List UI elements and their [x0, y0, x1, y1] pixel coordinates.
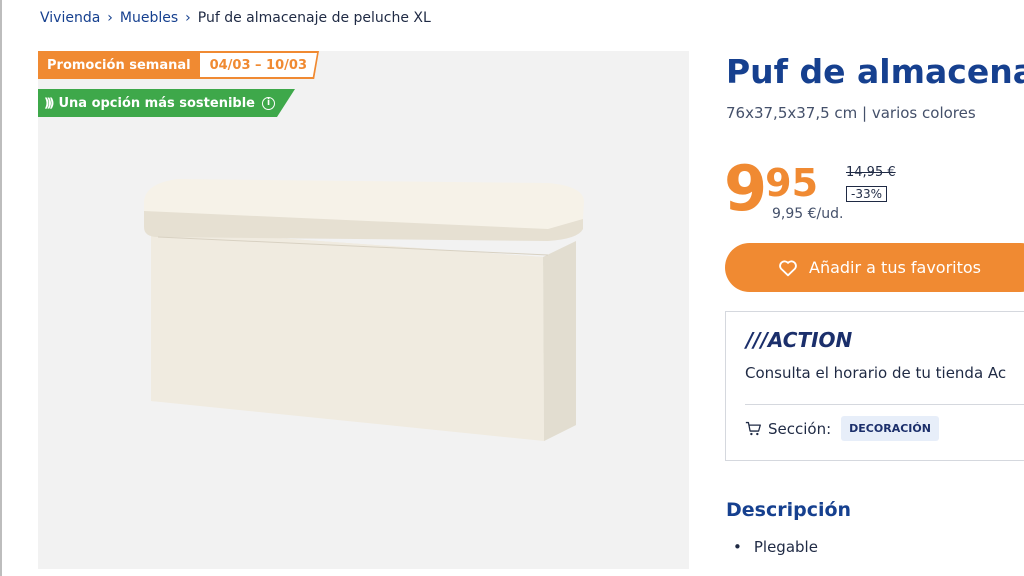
old-price: 14,95 €: [846, 165, 896, 180]
promo-dates: 04/03 – 10/03: [199, 51, 319, 79]
product-title: Puf de almacenaje: [726, 52, 1024, 91]
divider: [745, 404, 1024, 405]
promo-label: Promoción semanal: [38, 51, 200, 79]
product-subtitle: 76x37,5x37,5 cm | varios colores: [726, 104, 976, 122]
storage-ottoman-image: [144, 179, 584, 441]
section-label: Sección:: [768, 419, 832, 438]
bullet: •: [733, 538, 742, 556]
chevron-right-icon: ›: [107, 10, 113, 26]
list-item: • Plegable: [733, 538, 818, 556]
breadcrumb-link-vivienda[interactable]: Vivienda: [40, 10, 100, 26]
description-title: Descripción: [726, 499, 852, 521]
add-to-favorites-label: Añadir a tus favoritos: [809, 258, 981, 277]
chevron-right-icon: ›: [185, 10, 191, 26]
info-icon[interactable]: i: [261, 96, 275, 110]
product-image[interactable]: Promoción semanal 04/03 – 10/03 ))) Una …: [38, 51, 689, 569]
window-edge: [0, 0, 2, 576]
cart-icon: [745, 421, 761, 436]
description-item-text: Plegable: [753, 538, 818, 556]
badges: Promoción semanal 04/03 – 10/03 ))) Una …: [38, 51, 319, 117]
sustainable-badge[interactable]: ))) Una opción más sostenible i: [38, 89, 295, 117]
eco-waves-icon: ))): [44, 96, 55, 110]
heart-icon: [779, 259, 797, 276]
breadcrumb-current: Puf de almacenaje de peluche XL: [197, 10, 431, 26]
store-section: Sección: DECORACIÓN: [745, 416, 939, 441]
store-card: ///ACTION Consulta el horario de tu tien…: [725, 311, 1024, 461]
price-decimals: 95: [765, 161, 819, 205]
breadcrumb-link-muebles[interactable]: Muebles: [120, 10, 178, 26]
section-tag[interactable]: DECORACIÓN: [841, 416, 939, 441]
sustainable-label: Una opción más sostenible: [58, 95, 255, 111]
discount-badge: -33%: [846, 186, 888, 202]
breadcrumb: Vivienda › Muebles › Puf de almacenaje d…: [40, 10, 431, 26]
unit-price: 9,95 €/ud.: [772, 206, 844, 222]
price-integer: 9: [724, 152, 767, 225]
action-logo: ///ACTION: [746, 328, 853, 352]
store-schedule-link[interactable]: Consulta el horario de tu tienda Ac: [745, 364, 1006, 382]
promo-badge: Promoción semanal 04/03 – 10/03: [38, 51, 319, 79]
add-to-favorites-button[interactable]: Añadir a tus favoritos: [725, 243, 1024, 292]
